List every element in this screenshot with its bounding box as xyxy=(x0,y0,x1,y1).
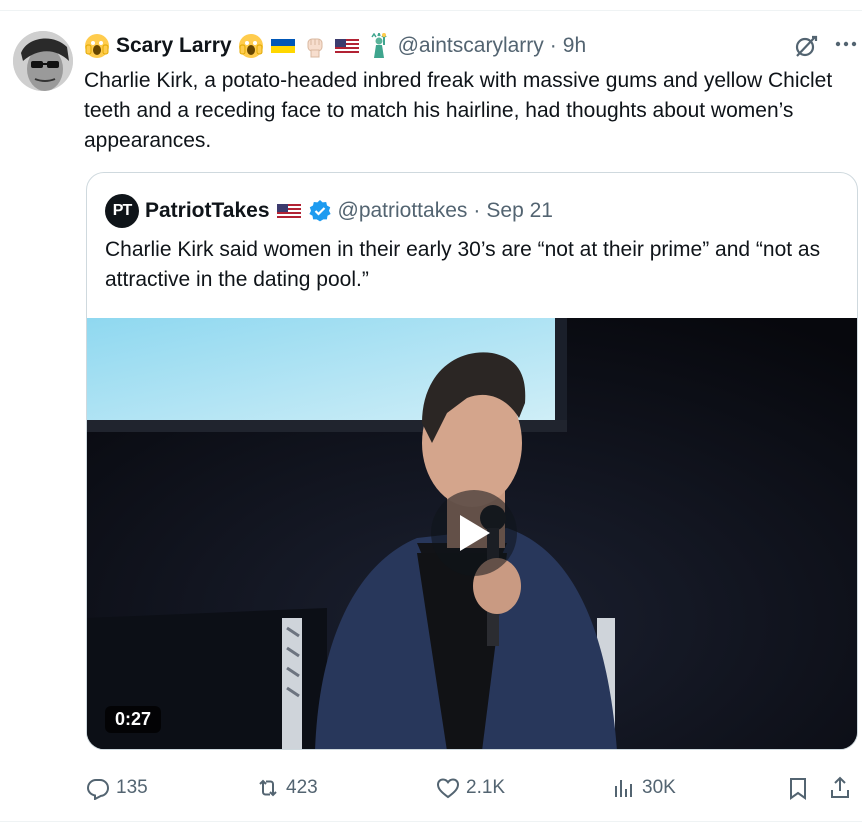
quoted-timestamp[interactable]: Sep 21 xyxy=(486,199,553,223)
views-button[interactable]: 30K xyxy=(612,770,676,806)
views-icon xyxy=(615,780,632,797)
repost-icon xyxy=(259,779,277,797)
heart-icon xyxy=(436,778,460,799)
display-name[interactable]: Scary Larry xyxy=(116,34,232,58)
quoted-user-handle[interactable]: @patriottakes xyxy=(338,199,468,223)
repost-count: 423 xyxy=(286,777,318,798)
us-flag-icon xyxy=(276,198,302,224)
grok-icon[interactable] xyxy=(792,32,820,60)
repost-button[interactable]: 423 xyxy=(256,770,318,806)
user-handle[interactable]: @aintscarylarry xyxy=(398,34,544,58)
tweet-text: Charlie Kirk, a potato-headed inbred fre… xyxy=(84,69,833,152)
separator-dot: · xyxy=(549,34,557,57)
separator-dot: · xyxy=(473,199,481,222)
quoted-avatar[interactable]: PT xyxy=(105,194,139,228)
action-bar: 135 423 2.1K 30K xyxy=(86,770,858,806)
quoted-display-name[interactable]: PatriotTakes xyxy=(145,199,270,223)
reply-icon xyxy=(86,779,110,800)
share-icon xyxy=(831,776,849,798)
bookmark-icon xyxy=(790,778,806,800)
statue-of-liberty-icon xyxy=(366,30,392,59)
video-player[interactable]: 0:27 xyxy=(87,318,857,749)
tweet-header: Scary Larry @aintscarylarry · 9h xyxy=(84,30,586,62)
raised-fist-icon xyxy=(302,33,328,59)
scream-emoji-icon xyxy=(238,33,264,59)
quoted-tweet-text: Charlie Kirk said women in their early 3… xyxy=(105,238,821,291)
avatar[interactable] xyxy=(13,31,73,91)
more-options-icon[interactable] xyxy=(832,30,860,58)
reply-button[interactable]: 135 xyxy=(86,770,148,806)
play-button[interactable] xyxy=(431,490,517,576)
reply-count: 135 xyxy=(116,777,148,798)
share-button[interactable] xyxy=(828,770,852,806)
quoted-tweet-header: PT PatriotTakes @patriottakes · Sep 21 xyxy=(105,194,553,228)
timestamp[interactable]: 9h xyxy=(563,34,586,58)
bookmark-button[interactable] xyxy=(786,770,810,806)
quoted-tweet[interactable]: PT PatriotTakes @patriottakes · Sep 21 C… xyxy=(86,172,858,750)
ukraine-flag-icon xyxy=(270,33,296,59)
views-count: 30K xyxy=(642,777,676,798)
like-count: 2.1K xyxy=(466,777,506,798)
play-icon xyxy=(460,515,490,551)
top-divider xyxy=(0,10,862,11)
us-flag-icon xyxy=(334,33,360,59)
like-button[interactable]: 2.1K xyxy=(436,770,505,806)
verified-badge-icon xyxy=(308,199,332,223)
bottom-divider xyxy=(0,821,862,822)
scream-emoji-icon xyxy=(84,33,110,59)
video-duration: 0:27 xyxy=(105,706,162,733)
